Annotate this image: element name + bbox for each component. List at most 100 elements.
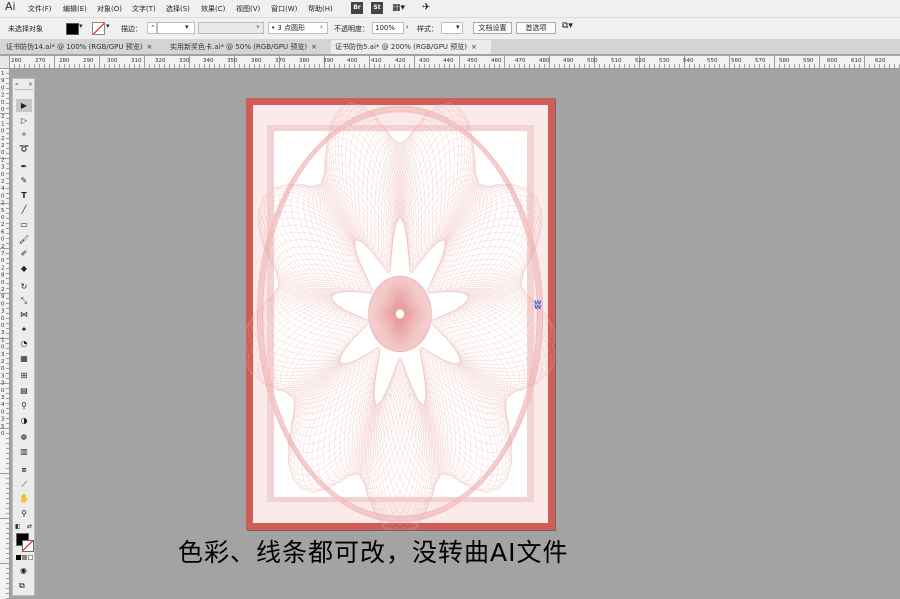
artboard-tool-icon[interactable]: ⧈ xyxy=(16,463,32,476)
paintbrush-tool-icon[interactable]: 🖌 xyxy=(16,233,32,246)
preferences-button[interactable]: 首选项 xyxy=(516,22,556,34)
rectangle-tool-icon[interactable]: ▭ xyxy=(16,218,32,231)
control-bar: 未选择对象 ▾ ▾ 描边： ⌃ ▾ ▾ • 3 点圆形 › 不透明度： 100%… xyxy=(0,17,900,40)
artboard[interactable] xyxy=(240,98,560,537)
stroke-weight-field[interactable] xyxy=(157,22,195,34)
blend-tool-icon[interactable]: ◑ xyxy=(16,414,32,427)
tab-close-icon[interactable]: × xyxy=(311,43,317,51)
ruler-label: 450 xyxy=(467,58,478,64)
ruler-label: 0 xyxy=(1,366,5,372)
curvature-tool-icon[interactable]: ✎ xyxy=(16,174,32,187)
tab-document-3[interactable]: 证书防伪5.ai* @ 200% (RGB/GPU 预览) × xyxy=(331,40,491,54)
ruler-label: 3 xyxy=(1,417,5,423)
stroke-dropdown-icon[interactable]: ▾ xyxy=(106,22,110,30)
ruler-label: 0 xyxy=(1,100,5,106)
ruler-label: 490 xyxy=(563,58,574,64)
ruler-label: 610 xyxy=(851,58,862,64)
column-graph-tool-icon[interactable]: ▥ xyxy=(16,445,32,458)
gradient-mode-icon[interactable] xyxy=(22,555,27,560)
draw-mode-icon[interactable]: ◉ xyxy=(20,566,27,575)
puppet-warp-tool-icon[interactable]: ✦ xyxy=(16,323,32,336)
line-tool-icon[interactable]: ╱ xyxy=(16,203,32,216)
vertical-ruler[interactable]: 1902002102202302402502602702802903003103… xyxy=(0,68,10,599)
ruler-label: 600 xyxy=(827,58,838,64)
stroke-color-swatch[interactable] xyxy=(22,540,34,552)
width-tool-icon[interactable]: ⋈ xyxy=(16,308,32,321)
tab-document-1[interactable]: 证书防伪14.ai* @ 100% (RGB/GPU 预览) × xyxy=(2,40,164,54)
swap-colors-icon[interactable]: ⇄ xyxy=(27,523,32,530)
ruler-label: 390 xyxy=(323,58,334,64)
pen-tool-icon[interactable]: ✒ xyxy=(16,160,32,173)
direct-selection-tool-icon[interactable]: ▷ xyxy=(16,114,32,127)
rotate-tool-icon[interactable]: ↻ xyxy=(16,280,32,293)
menu-help[interactable]: 帮助(H) xyxy=(308,4,333,14)
send-icon[interactable]: ✈ xyxy=(422,2,430,13)
variable-width-dropdown-icon[interactable]: ▾ xyxy=(256,23,260,31)
variable-width-field[interactable] xyxy=(198,22,264,34)
bridge-icon[interactable]: Br xyxy=(351,2,363,14)
ruler-label: 0 xyxy=(1,316,5,322)
ruler-label: 0 xyxy=(1,258,5,264)
menu-file[interactable]: 文件(F) xyxy=(28,4,52,14)
magic-wand-tool-icon[interactable]: ✧ xyxy=(16,128,32,141)
menu-window[interactable]: 窗口(W) xyxy=(271,4,297,14)
menu-effect[interactable]: 效果(C) xyxy=(201,4,225,14)
screen-mode-icon[interactable]: ⧉ xyxy=(19,581,25,591)
eraser-tool-icon[interactable]: ◆ xyxy=(16,262,32,275)
ruler-label: 2 xyxy=(1,359,5,365)
default-colors-icon[interactable]: ◧ xyxy=(15,523,21,530)
document-setup-button[interactable]: 文档设置 xyxy=(473,22,512,34)
lasso-tool-icon[interactable]: ➰ xyxy=(16,142,32,155)
stroke-stepper[interactable]: ⌃ xyxy=(147,22,157,34)
ruler-label: 560 xyxy=(731,58,742,64)
eyedropper-tool-icon[interactable]: ⚲ xyxy=(16,399,32,412)
ruler-label: 540 xyxy=(683,58,694,64)
ruler-label: 520 xyxy=(635,58,646,64)
menu-view[interactable]: 视图(V) xyxy=(236,4,260,14)
brush-field[interactable]: • 3 点圆形 xyxy=(268,22,328,34)
symbol-sprayer-tool-icon[interactable]: ❁ xyxy=(16,431,32,444)
slice-tool-icon[interactable]: ⟋ xyxy=(16,478,32,491)
style-dropdown-icon[interactable]: ▾ xyxy=(456,23,460,31)
panel-close-icon[interactable]: × xyxy=(28,81,33,88)
tab-close-icon[interactable]: × xyxy=(471,43,477,51)
tab-close-icon[interactable]: × xyxy=(146,43,152,51)
stock-icon[interactable]: St xyxy=(371,2,383,14)
workspace-grid-icon[interactable]: ▦▾ xyxy=(392,3,405,13)
zoom-tool-icon[interactable]: ⚲ xyxy=(16,507,32,520)
selection-tool-icon[interactable]: ▶ xyxy=(16,99,32,112)
ruler-label: 1 xyxy=(1,71,5,77)
fill-dropdown-icon[interactable]: ▾ xyxy=(79,22,83,30)
brush-arrow-icon[interactable]: › xyxy=(320,23,323,31)
ruler-label: 420 xyxy=(395,58,406,64)
color-mode-icon[interactable] xyxy=(16,555,21,560)
menu-edit[interactable]: 编辑(E) xyxy=(63,4,87,14)
tab-document-2[interactable]: 实用新奖色卡.ai* @ 50% (RGB/GPU 预览) × xyxy=(166,40,329,54)
ruler-label: 2 xyxy=(1,114,5,120)
shape-builder-tool-icon[interactable]: ◔ xyxy=(16,337,32,350)
none-mode-icon[interactable] xyxy=(28,555,33,560)
menu-select[interactable]: 选择(S) xyxy=(166,4,190,14)
stroke-weight-dropdown-icon[interactable]: ▾ xyxy=(185,23,189,31)
perspective-grid-tool-icon[interactable]: ▦ xyxy=(16,352,32,365)
fill-swatch[interactable] xyxy=(66,23,79,35)
opacity-field[interactable]: 100% xyxy=(372,22,404,34)
ruler-label: 620 xyxy=(875,58,886,64)
stroke-swatch[interactable] xyxy=(92,22,105,35)
menu-bar: Ai 文件(F) 编辑(E) 对象(O) 文字(T) 选择(S) 效果(C) 视… xyxy=(0,0,900,17)
shaper-tool-icon[interactable]: ✐ xyxy=(16,247,32,260)
scale-tool-icon[interactable]: ⤡ xyxy=(16,294,32,307)
hand-tool-icon[interactable]: ✋ xyxy=(16,492,32,505)
mesh-tool-icon[interactable]: ⊞ xyxy=(16,369,32,382)
ruler-label: 400 xyxy=(347,58,358,64)
horizontal-ruler[interactable]: 260 270 280 290 300 310 320 330 340 350 360 370 380 3… xyxy=(9,56,900,69)
ruler-label: 500 xyxy=(587,58,598,64)
stroke-label: 描边： xyxy=(121,25,142,33)
panel-collapse-icon[interactable]: » xyxy=(15,81,19,88)
opacity-arrow-icon[interactable]: › xyxy=(406,23,409,31)
arrange-documents-icon[interactable]: ⧉▾ xyxy=(562,21,573,31)
gradient-tool-icon[interactable]: ▤ xyxy=(16,384,32,397)
menu-object[interactable]: 对象(O) xyxy=(97,4,122,14)
menu-type[interactable]: 文字(T) xyxy=(132,4,156,14)
type-tool-icon[interactable]: T xyxy=(16,189,32,202)
